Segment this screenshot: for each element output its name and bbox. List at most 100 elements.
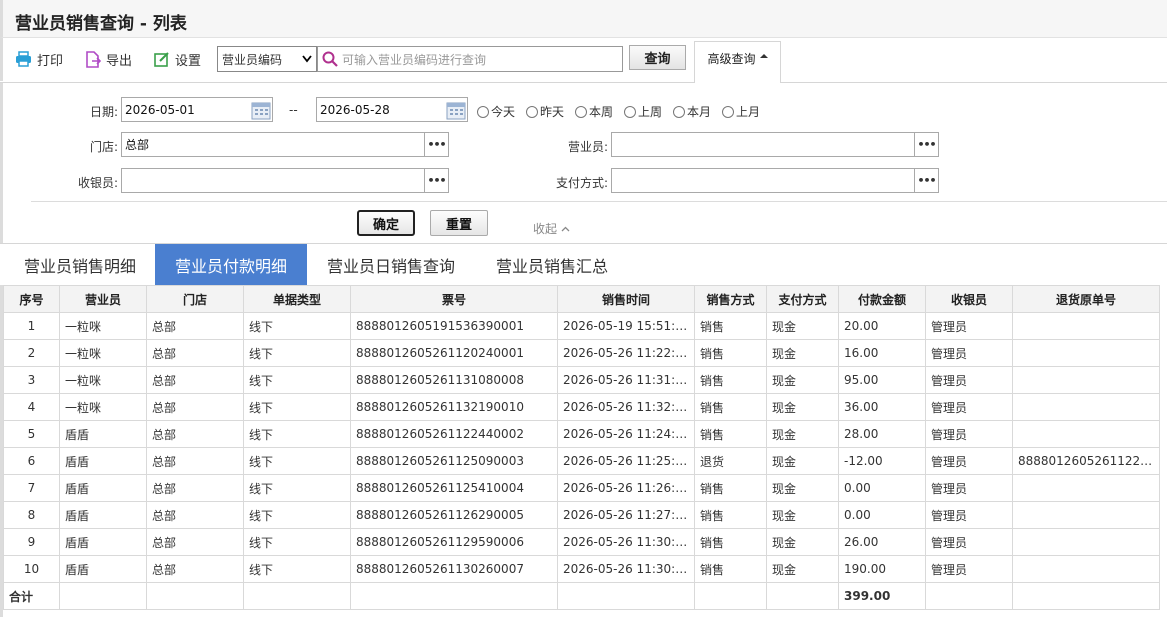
calendar-icon[interactable] — [446, 100, 466, 120]
cell-index: 9 — [3, 528, 60, 556]
cell-ticket-no: 8888012605261130260007 — [350, 555, 558, 583]
settings-button[interactable]: 设置 — [154, 49, 201, 69]
column-header[interactable]: 支付方式 — [766, 285, 839, 313]
calendar-icon[interactable] — [251, 100, 271, 120]
cell-payment-method: 现金 — [766, 474, 839, 502]
table-row[interactable]: 9 盾盾 总部 线下 8888012605261129590006 2026-05-26 … — [3, 528, 1160, 556]
cell-index: 8 — [3, 501, 60, 529]
column-header[interactable]: 营业员 — [59, 285, 147, 313]
table-row[interactable]: 2 一粒咪 总部 线下 8888012605261120240001 2026-05-26… — [3, 339, 1160, 367]
cell-sale-time: 2026-05-26 11:25:09 — [557, 447, 695, 475]
radio-yesterday[interactable]: 昨天 — [526, 103, 564, 120]
tab-payment-detail[interactable]: 营业员付款明细 — [155, 244, 307, 286]
salesperson-field[interactable]: ••• — [611, 132, 939, 157]
store-field[interactable]: 总部 ••• — [121, 132, 449, 157]
cell-store: 总部 — [146, 555, 244, 583]
reset-button[interactable]: 重置 — [430, 210, 488, 236]
radio-last-week[interactable]: 上周 — [624, 103, 662, 120]
column-header[interactable]: 单据类型 — [243, 285, 351, 313]
cell-index: 5 — [3, 420, 60, 448]
radio-this-month[interactable]: 本月 — [673, 103, 711, 120]
table-total-row: 合计 399.00 — [3, 582, 1160, 610]
cell-store: 总部 — [146, 339, 244, 367]
payment-field[interactable]: ••• — [611, 168, 939, 193]
column-header[interactable]: 退货原单号 — [1012, 285, 1160, 313]
tab-daily-sales[interactable]: 营业员日销售查询 — [316, 244, 466, 286]
column-header[interactable]: 票号 — [350, 285, 558, 313]
cell-original-ticket — [1012, 555, 1160, 583]
table-row[interactable]: 7 盾盾 总部 线下 8888012605261125410004 2026-05-26 … — [3, 474, 1160, 502]
search-field-select[interactable]: 营业员编码 — [217, 46, 317, 72]
cell-sale-time: 2026-05-26 11:27:53 — [557, 501, 695, 529]
cell-amount: 26.00 — [838, 528, 926, 556]
cell-sale-mode: 销售 — [694, 366, 767, 394]
cell-ticket-no: 8888012605261120240001 — [350, 339, 558, 367]
cell-amount: 0.00 — [838, 501, 926, 529]
collapse-button[interactable]: 收起 — [533, 220, 570, 237]
radio-last-month[interactable]: 上月 — [722, 103, 760, 120]
export-button[interactable]: 导出 — [85, 49, 132, 69]
settings-label: 设置 — [175, 53, 202, 69]
chevron-up-icon — [561, 226, 570, 231]
column-header[interactable]: 收银员 — [925, 285, 1013, 313]
radio-today[interactable]: 今天 — [477, 103, 515, 120]
cell-index: 2 — [3, 339, 60, 367]
cell-sale-time: 2026-05-26 11:26:11 — [557, 474, 695, 502]
radio-label: 本月 — [687, 105, 712, 119]
print-button[interactable]: 打印 — [15, 49, 63, 69]
table-row[interactable]: 1 一粒咪 总部 线下 8888012605191536390001 2026-05-19… — [3, 312, 1160, 340]
cell-cashier: 管理员 — [925, 366, 1013, 394]
cell-ticket-no: 8888012605191536390001 — [350, 312, 558, 340]
cell-sale-time: 2026-05-26 11:31:15 — [557, 366, 695, 394]
radio-this-week[interactable]: 本周 — [575, 103, 613, 120]
query-button[interactable]: 查询 — [629, 45, 686, 70]
collapse-label: 收起 — [533, 222, 558, 236]
table-row[interactable]: 6 盾盾 总部 线下 8888012605261125090003 2026-05-26 … — [3, 447, 1160, 475]
date-label: 日期: — [89, 105, 118, 119]
column-header[interactable]: 序号 — [3, 285, 60, 313]
salesperson-picker-button[interactable]: ••• — [914, 133, 938, 156]
store-picker-button[interactable]: ••• — [424, 133, 448, 156]
date-from-field[interactable]: 2026-05-01 — [121, 97, 273, 122]
total-amount: 399.00 — [838, 582, 926, 610]
tab-sales-detail[interactable]: 营业员销售明细 — [12, 244, 148, 286]
cashier-field[interactable]: ••• — [121, 168, 449, 193]
cell-cashier: 管理员 — [925, 501, 1013, 529]
table-row[interactable]: 8 盾盾 总部 线下 8888012605261126290005 2026-05-26 … — [3, 501, 1160, 529]
cell-original-ticket — [1012, 474, 1160, 502]
cell-sale-mode: 销售 — [694, 339, 767, 367]
date-to-field[interactable]: 2026-05-28 — [316, 97, 468, 122]
total-empty-cell — [1012, 582, 1160, 610]
column-header[interactable]: 付款金额 — [838, 285, 926, 313]
date-separator: -- — [289, 103, 298, 117]
cell-index: 1 — [3, 312, 60, 340]
payment-detail-table: 序号 营业员 门店 单据类型 票号 销售时间 销售方式 支付方式 付款金额 收银… — [3, 285, 1160, 610]
search-input[interactable]: 可输入营业员编码进行查询 — [317, 46, 623, 72]
caret-up-icon — [759, 54, 768, 58]
table-row[interactable]: 5 盾盾 总部 线下 8888012605261122440002 2026-05-26 … — [3, 420, 1160, 448]
cashier-picker-button[interactable]: ••• — [424, 169, 448, 192]
table-row[interactable]: 10 盾盾 总部 线下 8888012605261130260007 2026-05-26… — [3, 555, 1160, 583]
table-row[interactable]: 3 一粒咪 总部 线下 8888012605261131080008 2026-05-26… — [3, 366, 1160, 394]
cell-original-ticket — [1012, 501, 1160, 529]
cell-index: 10 — [3, 555, 60, 583]
cell-sale-mode: 销售 — [694, 312, 767, 340]
cell-sale-mode: 销售 — [694, 420, 767, 448]
column-header[interactable]: 门店 — [146, 285, 244, 313]
cell-sale-time: 2026-05-26 11:32:26 — [557, 393, 695, 421]
column-header[interactable]: 销售时间 — [557, 285, 695, 313]
cell-sale-mode: 退货 — [694, 447, 767, 475]
search-placeholder: 可输入营业员编码进行查询 — [342, 52, 487, 67]
column-header[interactable]: 销售方式 — [694, 285, 767, 313]
confirm-button[interactable]: 确定 — [357, 210, 415, 236]
total-empty-cell — [694, 582, 767, 610]
tab-sales-summary[interactable]: 营业员销售汇总 — [484, 244, 620, 286]
table-row[interactable]: 4 一粒咪 总部 线下 8888012605261132190010 2026-05-26… — [3, 393, 1160, 421]
cell-index: 3 — [3, 366, 60, 394]
cell-salesperson: 盾盾 — [59, 501, 147, 529]
cell-doc-type: 线下 — [243, 555, 351, 583]
payment-picker-button[interactable]: ••• — [914, 169, 938, 192]
cell-ticket-no: 8888012605261129590006 — [350, 528, 558, 556]
printer-icon — [16, 51, 31, 67]
advanced-query-tab[interactable]: 高级查询 — [694, 41, 781, 83]
